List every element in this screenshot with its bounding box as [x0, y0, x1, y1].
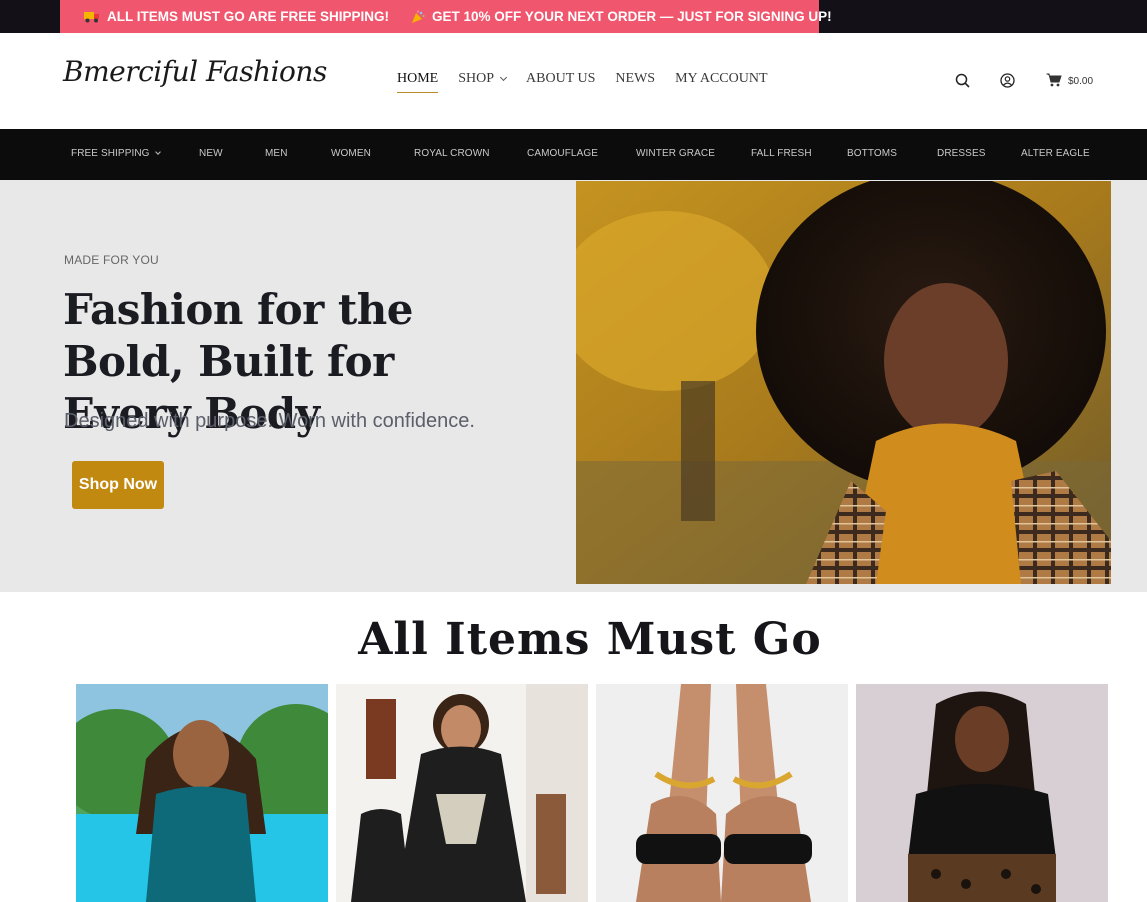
party-popper-icon: [411, 10, 425, 24]
category-men[interactable]: MEN: [265, 148, 288, 159]
category-bar: FREE SHIPPING NEW MEN WOMEN ROYAL CROWN …: [0, 129, 1147, 180]
category-free-shipping[interactable]: FREE SHIPPING: [71, 148, 161, 159]
product-card[interactable]: [336, 684, 588, 902]
category-royal-crown[interactable]: ROYAL CROWN: [414, 148, 490, 159]
nav-shop[interactable]: SHOP: [458, 71, 508, 93]
nav-news[interactable]: NEWS: [615, 71, 655, 93]
hero-subtitle: Designed with purpose. Worn with confide…: [64, 410, 475, 432]
category-women[interactable]: WOMEN: [331, 148, 371, 159]
truck-icon: [84, 11, 100, 23]
hero-eyebrow: MADE FOR YOU: [64, 253, 159, 267]
product-card[interactable]: [856, 684, 1108, 902]
shop-now-button[interactable]: Shop Now: [72, 461, 164, 509]
category-new[interactable]: NEW: [199, 148, 223, 159]
category-dresses[interactable]: DRESSES: [937, 148, 986, 159]
category-alter-eagle[interactable]: ALTER EAGLE: [1021, 148, 1090, 159]
hero-section: MADE FOR YOU Fashion for the Bold, Built…: [0, 180, 1147, 592]
main-nav: HOME SHOP ABOUT US NEWS MY ACCOUNT: [397, 71, 788, 93]
cart-icon: [1046, 73, 1062, 90]
category-bottoms[interactable]: BOTTOMS: [847, 148, 897, 159]
nav-about-us[interactable]: ABOUT US: [526, 71, 595, 93]
section-title: All Items Must Go: [358, 614, 822, 665]
announcement-bar: ALL ITEMS MUST GO ARE FREE SHIPPING! GET…: [0, 0, 1147, 33]
account-icon[interactable]: [1000, 73, 1015, 93]
site-header: Bmerciful Fashions HOME SHOP ABOUT US NE…: [0, 33, 1147, 129]
nav-my-account[interactable]: MY ACCOUNT: [675, 71, 767, 93]
chevron-down-icon: [499, 73, 508, 82]
announcement-message-1: ALL ITEMS MUST GO ARE FREE SHIPPING!: [84, 9, 389, 24]
category-fall-fresh[interactable]: FALL FRESH: [751, 148, 812, 159]
cart-button[interactable]: $0.00: [1046, 73, 1093, 90]
category-winter-grace[interactable]: WINTER GRACE: [636, 148, 715, 159]
chevron-down-icon: [154, 149, 161, 155]
category-camouflage[interactable]: CAMOUFLAGE: [527, 148, 598, 159]
hero-image: [576, 181, 1111, 584]
product-card[interactable]: [76, 684, 328, 902]
nav-home[interactable]: HOME: [397, 71, 439, 93]
product-card[interactable]: [596, 684, 848, 902]
product-grid: [76, 684, 1108, 902]
search-icon[interactable]: [955, 73, 970, 93]
cart-total: $0.00: [1068, 76, 1094, 87]
announcement-message-2: GET 10% OFF YOUR NEXT ORDER — JUST FOR S…: [411, 9, 832, 24]
site-logo[interactable]: Bmerciful Fashions: [63, 55, 327, 88]
announcement-banner[interactable]: ALL ITEMS MUST GO ARE FREE SHIPPING! GET…: [60, 0, 832, 33]
